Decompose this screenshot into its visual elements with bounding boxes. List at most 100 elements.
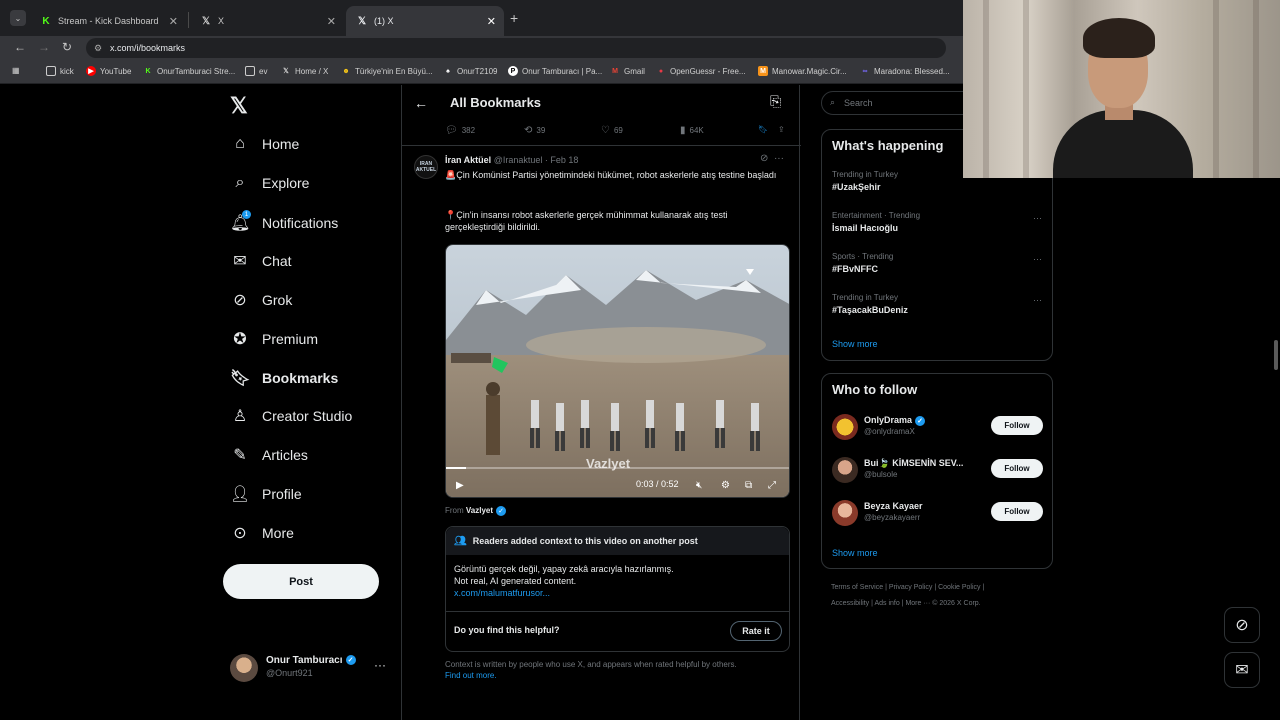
bookmark-folder-add-icon[interactable]: ⎘: [770, 93, 781, 110]
bookmark-kick[interactable]: kick: [46, 66, 74, 76]
nav-home[interactable]: ⌂ Home: [230, 135, 299, 153]
community-note-header: 👥︎ Readers added context to this video o…: [446, 527, 789, 555]
url-text: x.com/i/bookmarks: [110, 43, 186, 53]
repost-icon: ⟲: [524, 125, 533, 136]
forward-icon[interactable]: →: [38, 40, 50, 54]
heart-icon: ♡: [601, 125, 610, 136]
follow-suggestion[interactable]: OnlyDrama ✓ @onlydramaX Follow: [832, 414, 1044, 444]
nav-profile[interactable]: 👤︎ Profile: [230, 484, 302, 504]
back-arrow-icon[interactable]: ←: [414, 95, 428, 111]
back-icon[interactable]: ←: [14, 40, 26, 54]
x-logo-icon[interactable]: 𝕏: [230, 93, 248, 119]
site-info-icon[interactable]: ⚙: [94, 43, 102, 54]
more-dots-icon[interactable]: ···: [374, 658, 386, 672]
trend-more-icon[interactable]: ···: [1033, 295, 1042, 305]
folder-icon: [245, 66, 255, 76]
show-more-link[interactable]: Show more: [832, 548, 878, 558]
notification-badge: 1: [242, 210, 251, 219]
trend-more-icon[interactable]: ···: [1033, 213, 1042, 223]
show-more-link[interactable]: Show more: [832, 339, 878, 349]
grok-icon: ⊘: [233, 292, 247, 309]
divider: [402, 145, 801, 146]
bookmark-onurtamburaci-stream[interactable]: K OnurTamburaci Stre...: [143, 66, 235, 76]
grok-float-icon[interactable]: ⊘: [1224, 607, 1260, 643]
verified-badge-icon: ✓: [345, 655, 356, 666]
nav-premium[interactable]: ✪ Premium: [230, 329, 318, 349]
tab-separator: [188, 12, 189, 28]
share-icon[interactable]: ⇪: [778, 125, 785, 134]
rate-it-button[interactable]: Rate it: [730, 621, 782, 641]
nav-creator-studio[interactable]: ♙ Creator Studio: [230, 406, 352, 426]
bookmark-onur-tamburaci-pa[interactable]: P Onur Tamburacı | Pa...: [508, 66, 602, 76]
kick-icon: K: [42, 15, 50, 27]
tweet-author-avatar[interactable]: IRAN AKTUEL: [414, 155, 438, 179]
bookmark-maradona[interactable]: ∞ Maradona: Blessed...: [860, 66, 950, 76]
nav-chat[interactable]: ✉ Chat: [230, 251, 291, 271]
new-tab-button[interactable]: +: [510, 10, 518, 26]
tweet-date[interactable]: · Feb 18: [545, 155, 579, 165]
search-placeholder: Search: [844, 98, 873, 108]
nav-bookmarks[interactable]: 🔖︎ Bookmarks: [230, 368, 338, 388]
bookmark-ev[interactable]: ev: [245, 66, 267, 76]
footer-links[interactable]: Terms of Service | Privacy Policy | Cook…: [831, 584, 984, 591]
bookmark-manowar[interactable]: M Manowar.Magic.Cir...: [758, 66, 847, 76]
fullscreen-icon[interactable]: ⤢: [768, 480, 776, 491]
site-icon: ∞: [862, 67, 868, 75]
bookmark-openguessr[interactable]: ● OpenGuessr - Free...: [656, 66, 746, 76]
bookmark-home-x[interactable]: 𝕏 Home / X: [281, 66, 328, 76]
trend-item[interactable]: Sports · Trending #FBvNFFC ···: [832, 252, 1044, 274]
apps-icon[interactable]: ▦: [12, 66, 20, 75]
follow-button[interactable]: Follow: [991, 459, 1043, 478]
tweet-author-handle[interactable]: @Iranaktuel: [494, 155, 543, 165]
settings-icon[interactable]: ⚙: [721, 480, 730, 491]
tab-x-active[interactable]: 𝕏 (1) X ✕: [346, 6, 504, 36]
youtube-icon: ▶: [86, 66, 96, 76]
close-icon[interactable]: ✕: [169, 15, 178, 28]
nav-explore[interactable]: ⌕ Explore: [230, 174, 310, 192]
tab-search-button[interactable]: ⌄: [10, 10, 26, 26]
reload-icon[interactable]: ↻: [62, 40, 72, 54]
bookmark-gmail[interactable]: M Gmail: [610, 66, 645, 76]
nav-grok[interactable]: ⊘ Grok: [230, 290, 292, 310]
nav-notifications[interactable]: 🔔︎ 1 Notifications: [230, 210, 338, 233]
bookmark-onurt2109[interactable]: ♠ OnurT2109: [443, 66, 497, 76]
community-note: 👥︎ Readers added context to this video o…: [445, 526, 790, 652]
scrollbar[interactable]: [1274, 340, 1278, 370]
trend-more-icon[interactable]: ···: [1033, 254, 1042, 264]
views-button[interactable]: ▮ 64K: [680, 125, 704, 136]
repost-button[interactable]: ⟲ 39: [524, 125, 545, 136]
volume-icon[interactable]: 🔇︎: [696, 480, 702, 491]
account-switcher[interactable]: Onur Tamburacı ✓ @Onurt921 ···: [230, 652, 390, 684]
like-button[interactable]: ♡ 69: [601, 125, 623, 136]
bookmark-filled-icon[interactable]: 🔖︎: [758, 125, 768, 134]
tab-label: X: [218, 16, 225, 26]
post-button[interactable]: Post: [223, 564, 379, 599]
reply-button[interactable]: 💬︎ 382: [445, 125, 475, 136]
find-out-more-link[interactable]: Find out more.: [445, 671, 497, 680]
follow-suggestion[interactable]: Bui🍃 KİMSENİN SEV... @bulsole Follow: [832, 457, 1044, 487]
follow-button[interactable]: Follow: [991, 502, 1043, 521]
nav-articles[interactable]: ✎ Articles: [230, 445, 308, 465]
follow-suggestion[interactable]: Beyza Kayaer @beyzakayaerr Follow: [832, 500, 1044, 530]
play-icon[interactable]: ▶: [456, 480, 464, 491]
tweet-author-name[interactable]: İran Aktüel: [445, 155, 491, 165]
close-icon[interactable]: ✕: [487, 15, 496, 28]
messages-float-icon[interactable]: ✉: [1224, 652, 1260, 688]
close-icon[interactable]: ✕: [327, 15, 336, 28]
source-name[interactable]: Vazlyet: [466, 506, 493, 515]
tab-kick-dashboard[interactable]: K Stream - Kick Dashboard ✕: [30, 6, 186, 36]
grok-explain-icon[interactable]: ⊘: [760, 153, 768, 164]
footer-links[interactable]: Accessibility | Ads info | More ··· © 20…: [831, 600, 981, 607]
tab-x[interactable]: 𝕏 X ✕: [190, 6, 344, 36]
nav-more[interactable]: ⊙ More: [230, 523, 294, 543]
trend-item[interactable]: Entertainment · Trending İsmail Hacıoğlu…: [832, 211, 1044, 233]
tweet-video[interactable]: Vazlyet ▶ 0:03 / 0:52 🔇︎ ⚙ ⧉ ⤢: [445, 244, 790, 498]
trend-item[interactable]: Trending in Turkey #TaşacakBuDeniz ···: [832, 293, 1044, 315]
address-bar[interactable]: ⚙ x.com/i/bookmarks: [86, 38, 946, 58]
bookmark-youtube[interactable]: ▶ YouTube: [86, 66, 131, 76]
follow-button[interactable]: Follow: [991, 416, 1043, 435]
miniplayer-icon[interactable]: ⧉: [745, 480, 752, 491]
bookmark-turkiye[interactable]: ☻ Türkiye'nin En Büyü...: [341, 66, 432, 76]
community-note-link[interactable]: x.com/malumatfurusor...: [454, 587, 674, 599]
tweet-more-icon[interactable]: ···: [774, 153, 784, 164]
